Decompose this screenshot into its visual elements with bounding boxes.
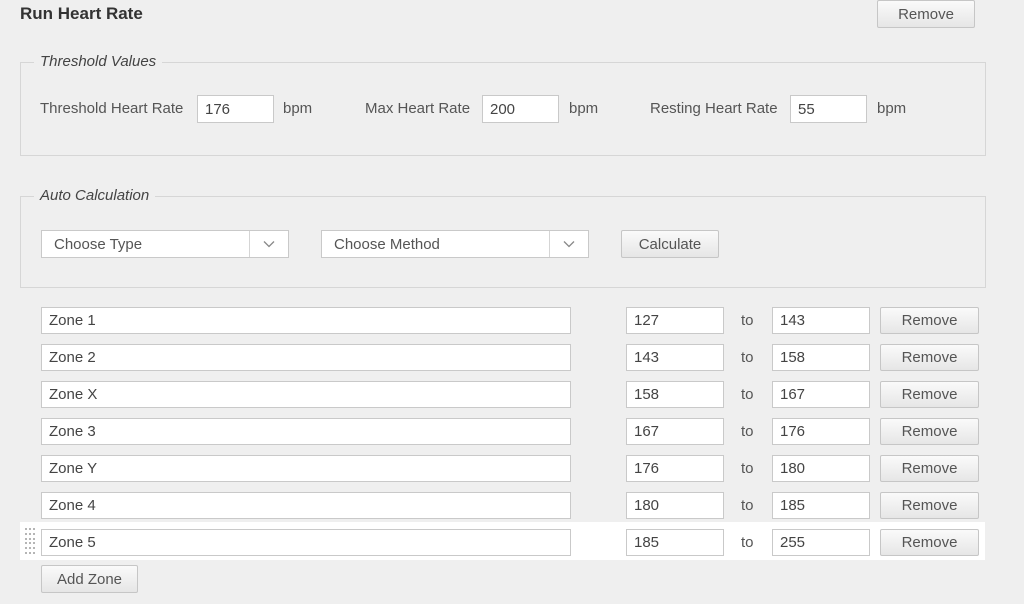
zone-from-input[interactable]: 158 [626,381,724,408]
zone-to-input[interactable]: 185 [772,492,870,519]
zone-name-input[interactable]: Zone Y [41,455,571,482]
chevron-down-icon [549,231,588,257]
zone-to-input[interactable]: 180 [772,455,870,482]
zone-name-input[interactable]: Zone 5 [41,529,571,556]
zone-to-input[interactable]: 167 [772,381,870,408]
zone-name-input[interactable]: Zone 2 [41,344,571,371]
zone-to-label: to [741,423,754,440]
threshold-hr-label: Threshold Heart Rate [40,100,184,117]
zone-from-input[interactable]: 185 [626,529,724,556]
zone-to-label: to [741,497,754,514]
resting-hr-unit: bpm [877,100,907,117]
zone-to-label: to [741,534,754,551]
calculate-button[interactable]: Calculate [621,230,719,258]
zone-name-input[interactable]: Zone 3 [41,418,571,445]
zone-name-input[interactable]: Zone X [41,381,571,408]
threshold-values-legend: Threshold Values [34,53,163,70]
zone-to-label: to [741,386,754,403]
auto-calculation-legend: Auto Calculation [34,187,156,204]
threshold-hr-unit: bpm [283,100,313,117]
zone-from-input[interactable]: 167 [626,418,724,445]
zone-name-input[interactable]: Zone 1 [41,307,571,334]
zone-remove-button[interactable]: Remove [880,418,979,445]
choose-type-select[interactable]: Choose Type [41,230,289,258]
zone-from-input[interactable]: 176 [626,455,724,482]
zone-remove-button[interactable]: Remove [880,455,979,482]
max-hr-input[interactable]: 200 [482,95,559,123]
page-title: Run Heart Rate [20,4,143,23]
choose-method-value: Choose Method [334,235,440,253]
zone-to-label: to [741,460,754,477]
zone-to-label: to [741,349,754,366]
zone-to-input[interactable]: 158 [772,344,870,371]
zone-name-input[interactable]: Zone 4 [41,492,571,519]
zone-remove-button[interactable]: Remove [880,344,979,371]
max-hr-label: Max Heart Rate [365,100,471,117]
max-hr-unit: bpm [569,100,599,117]
zone-to-input[interactable]: 176 [772,418,870,445]
zone-from-input[interactable]: 127 [626,307,724,334]
threshold-hr-input[interactable]: 176 [197,95,274,123]
zone-remove-button[interactable]: Remove [880,307,979,334]
zone-from-input[interactable]: 180 [626,492,724,519]
zone-to-input[interactable]: 255 [772,529,870,556]
resting-hr-input[interactable]: 55 [790,95,867,123]
choose-type-value: Choose Type [54,235,143,253]
remove-sport-button[interactable]: Remove [877,0,975,28]
resting-hr-label: Resting Heart Rate [650,100,778,117]
choose-method-select[interactable]: Choose Method [321,230,589,258]
zone-to-input[interactable]: 143 [772,307,870,334]
zone-remove-button[interactable]: Remove [880,381,979,408]
zone-remove-button[interactable]: Remove [880,492,979,519]
zone-to-label: to [741,312,754,329]
zone-from-input[interactable]: 143 [626,344,724,371]
add-zone-button[interactable]: Add Zone [41,565,138,593]
chevron-down-icon [249,231,288,257]
drag-handle-icon[interactable] [25,528,35,554]
zone-remove-button[interactable]: Remove [880,529,979,556]
